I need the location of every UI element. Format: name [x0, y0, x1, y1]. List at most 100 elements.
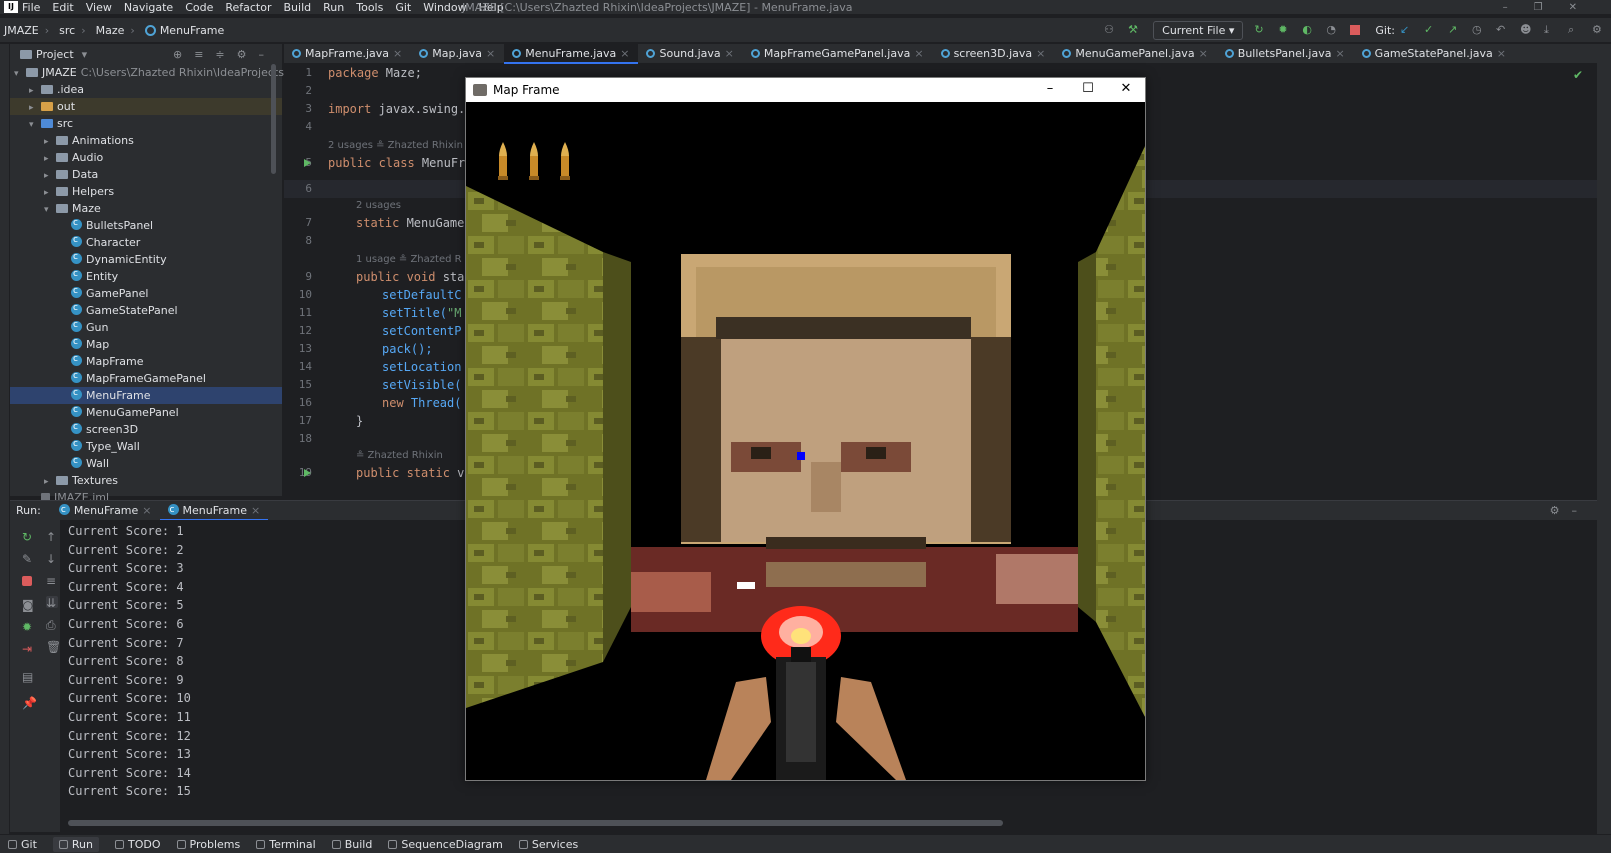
usages-hint[interactable]: 1 usage ≗ Zhazted R — [356, 254, 462, 265]
stop-icon[interactable] — [22, 576, 32, 586]
run-tab[interactable]: MenuFrame× — [51, 500, 160, 521]
tree-item-textures[interactable]: ▸ Textures — [10, 472, 282, 489]
breadcrumb-maze[interactable]: Maze — [96, 24, 125, 37]
ide-window-controls[interactable]: –❐✕ — [1503, 2, 1603, 13]
tree-item-src[interactable]: ▾ src — [10, 115, 282, 132]
settings-icon[interactable]: ⚙ — [1592, 23, 1606, 37]
menu-navigate[interactable]: Navigate — [124, 1, 173, 14]
tool-button-problems[interactable]: Problems — [176, 838, 240, 851]
account-icon[interactable]: ☻ — [1520, 23, 1534, 37]
tree-item-entity[interactable]: Entity — [10, 266, 282, 285]
usages-hint[interactable]: 2 usages ≗ Zhazted Rhixin — [328, 140, 463, 151]
console-horizontal-scrollbar[interactable] — [68, 820, 1003, 826]
tree-item-map[interactable]: Map — [10, 334, 282, 353]
tree-item-animations[interactable]: ▸ Animations — [10, 132, 282, 149]
tool-button-todo[interactable]: TODO — [115, 838, 161, 851]
build-hammer-icon[interactable]: ⚒ — [1128, 23, 1142, 37]
menu-build[interactable]: Build — [284, 1, 312, 14]
editor-tab-menugamepanel-java[interactable]: MenuGamePanel.java × — [1054, 44, 1216, 64]
camera-icon[interactable]: ◙ — [22, 598, 34, 612]
tree-item-mapframegamepanel[interactable]: MapFrameGamePanel — [10, 368, 282, 387]
tree-item-screen3d[interactable]: screen3D — [10, 419, 282, 438]
rerun-icon[interactable]: ↻ — [1254, 23, 1268, 37]
tree-item-out[interactable]: ▸ out — [10, 98, 282, 115]
close-icon[interactable]: × — [486, 47, 495, 60]
tree-item-helpers[interactable]: ▸ Helpers — [10, 183, 282, 200]
map-frame-window[interactable]: Map Frame – ☐ ✕ — [465, 77, 1146, 781]
author-hint[interactable]: ≗ Zhazted Rhixin — [356, 450, 443, 461]
debug-icon[interactable]: ✹ — [22, 620, 34, 634]
close-icon[interactable]: × — [620, 47, 629, 60]
search-icon[interactable]: ⌕ — [1568, 23, 1582, 37]
editor-tab-screen3d-java[interactable]: screen3D.java × — [933, 44, 1055, 64]
layout-icon[interactable]: ▤ — [22, 670, 34, 684]
exit-icon[interactable]: ⇥ — [22, 642, 34, 656]
editor-tab-menuframe-java[interactable]: MenuFrame.java × — [504, 43, 639, 64]
close-icon[interactable]: × — [393, 47, 402, 60]
profile-icon[interactable]: ◔ — [1326, 23, 1340, 37]
tree-item-mapframe[interactable]: MapFrame — [10, 351, 282, 370]
menu-tools[interactable]: Tools — [356, 1, 383, 14]
close-icon[interactable]: × — [1036, 47, 1045, 60]
tree-item-menugamepanel[interactable]: MenuGamePanel — [10, 402, 282, 421]
editor-tab-map-java[interactable]: Map.java × — [411, 44, 504, 64]
user-add-icon[interactable]: ⚇ — [1104, 23, 1118, 37]
menu-edit[interactable]: Edit — [52, 1, 73, 14]
rollback-icon[interactable]: ↶ — [1496, 23, 1510, 37]
usages-hint[interactable]: 2 usages — [356, 200, 401, 211]
wrench-icon[interactable]: ✎ — [22, 552, 34, 566]
close-icon[interactable]: × — [725, 47, 734, 60]
tree-item-menuframe[interactable]: MenuFrame — [10, 385, 282, 404]
tool-button-run[interactable]: Run — [52, 836, 99, 852]
soft-wrap-icon[interactable]: ≡ — [46, 574, 58, 588]
tree-item-maze[interactable]: ▾ Maze — [10, 200, 282, 217]
project-scrollbar[interactable] — [271, 64, 276, 174]
tool-button-sequencediagram[interactable]: SequenceDiagram — [388, 838, 503, 851]
trash-icon[interactable]: 🗑 — [46, 640, 61, 654]
download-icon[interactable]: ⤓ — [1544, 23, 1558, 37]
close-icon[interactable]: × — [251, 504, 260, 517]
tool-button-git[interactable]: Git — [8, 838, 37, 851]
menu-refactor[interactable]: Refactor — [225, 1, 271, 14]
tree-item-gun[interactable]: Gun — [10, 317, 282, 336]
rerun-icon[interactable]: ↻ — [22, 530, 34, 544]
menu-window[interactable]: Window — [423, 1, 466, 14]
run-tab-active[interactable]: MenuFrame × — [159, 500, 269, 521]
breadcrumb-project[interactable]: JMAZE — [4, 24, 39, 37]
editor-tab-bulletspanel-java[interactable]: BulletsPanel.java × — [1217, 44, 1354, 64]
editor-tab-mapframegamepanel-java[interactable]: MapFrameGamePanel.java × — [743, 44, 933, 64]
menu-git[interactable]: Git — [395, 1, 411, 14]
print-icon[interactable]: ⎙ — [46, 618, 58, 632]
chevron-down-icon[interactable]: ▾ — [82, 48, 88, 61]
menu-code[interactable]: Code — [185, 1, 213, 14]
close-icon[interactable]: × — [1335, 47, 1344, 60]
map-frame-title-bar[interactable]: Map Frame – ☐ ✕ — [466, 78, 1145, 102]
history-icon[interactable]: ◷ — [1472, 23, 1486, 37]
tree-item-dynamicentity[interactable]: DynamicEntity — [10, 249, 282, 268]
tree-item-data[interactable]: ▸ Data — [10, 166, 282, 183]
tree-item--idea[interactable]: ▸ .idea — [10, 81, 282, 98]
tree-item-gamestatepanel[interactable]: GameStatePanel — [10, 300, 282, 319]
scroll-up-icon[interactable]: ↑ — [46, 530, 58, 544]
git-commit-icon[interactable]: ✓ — [1424, 23, 1438, 37]
scroll-down-icon[interactable]: ↓ — [46, 552, 58, 566]
tree-root-jmaze[interactable]: ▾ JMAZE C:\Users\Zhazted Rhixin\IdeaProjec… — [10, 64, 322, 81]
project-toolbar-icons[interactable]: ⊕≡≑⚙– — [173, 48, 276, 61]
run-gutter-icon[interactable] — [304, 159, 311, 167]
close-icon[interactable]: × — [1199, 47, 1208, 60]
close-icon[interactable]: × — [1497, 47, 1506, 60]
git-push-icon[interactable]: ↗ — [1448, 23, 1462, 37]
close-button[interactable]: ✕ — [1107, 78, 1145, 102]
tree-item-character[interactable]: Character — [10, 232, 282, 251]
debug-bug-icon[interactable]: ✹ — [1278, 23, 1292, 37]
coverage-icon[interactable]: ◐ — [1302, 23, 1316, 37]
minimize-button[interactable]: – — [1031, 78, 1069, 102]
menu-run[interactable]: Run — [323, 1, 344, 14]
editor-tab-gamestatepanel-java[interactable]: GameStatePanel.java × — [1354, 44, 1515, 64]
editor-tab-sound-java[interactable]: Sound.java × — [638, 44, 742, 64]
tree-item-audio[interactable]: ▸ Audio — [10, 149, 282, 166]
maximize-button[interactable]: ☐ — [1069, 78, 1107, 102]
project-title[interactable]: Project — [36, 48, 74, 61]
run-config-dropdown[interactable]: Current File ▾ — [1153, 20, 1244, 40]
run-panel-tools[interactable]: ⚙– — [1550, 504, 1589, 517]
